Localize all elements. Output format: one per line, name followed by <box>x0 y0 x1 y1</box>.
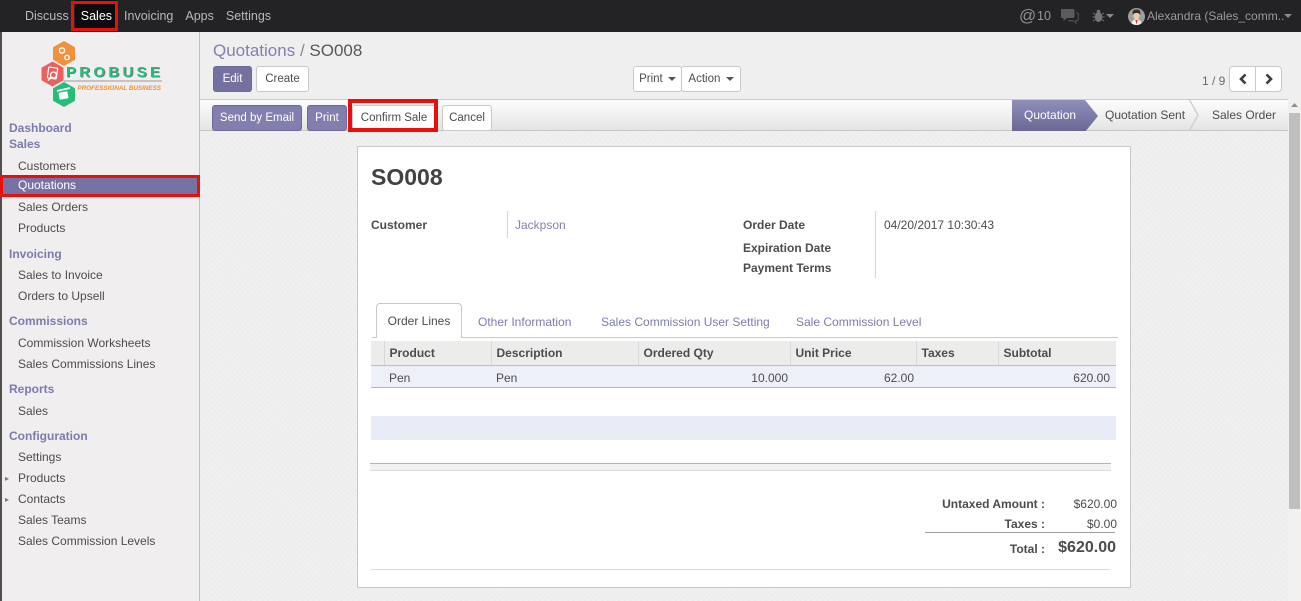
svg-text:PROFESSIONAL BUSINESS: PROFESSIONAL BUSINESS <box>78 85 162 92</box>
svg-text:PROBUSE: PROBUSE <box>66 64 163 81</box>
